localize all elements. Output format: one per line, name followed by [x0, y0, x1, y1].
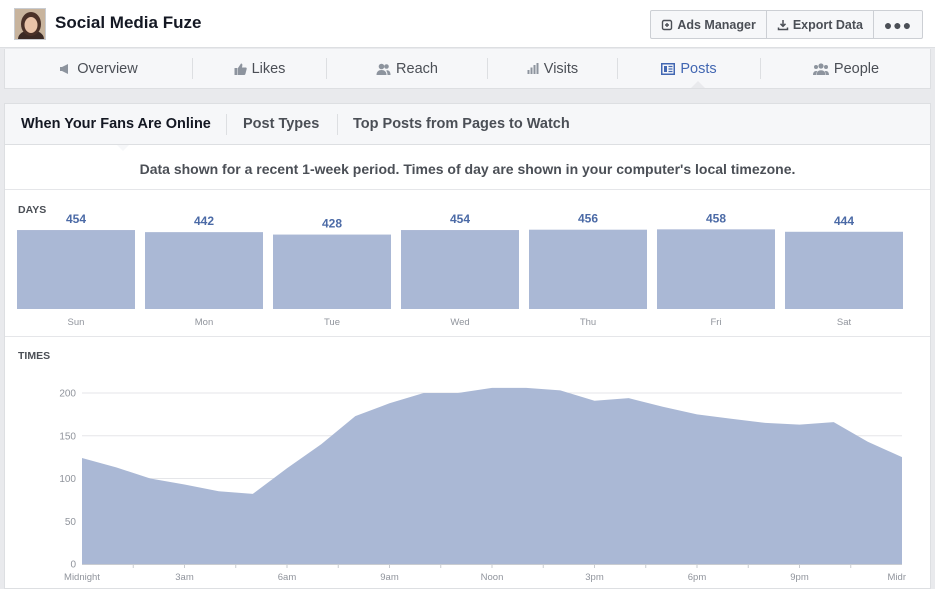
- people-icon: [376, 63, 391, 75]
- tab-visits[interactable]: Visits: [488, 49, 617, 88]
- day-bar-wed: [401, 230, 519, 309]
- day-bar-fri: [657, 229, 775, 309]
- tab-overview[interactable]: Overview: [5, 49, 192, 88]
- ads-manager-label: Ads Manager: [677, 17, 756, 32]
- day-tick-label: Tue: [324, 317, 340, 328]
- divider: [5, 336, 930, 337]
- day-value-label: 454: [66, 214, 86, 226]
- tab-likes[interactable]: Likes: [193, 49, 326, 88]
- x-tick-label: 6pm: [688, 572, 707, 583]
- thumbs-up-icon: [234, 63, 247, 75]
- subtab-caret: [117, 145, 129, 151]
- page-header: Social Media Fuze Ads Manager Export Dat…: [0, 0, 935, 48]
- day-bar-sat: [785, 231, 903, 309]
- y-tick-label: 0: [70, 560, 76, 571]
- day-value-label: 456: [578, 214, 598, 226]
- day-tick-label: Wed: [450, 317, 469, 328]
- day-tick-label: Thu: [580, 317, 596, 328]
- day-bar-thu: [529, 229, 647, 309]
- x-tick-label: 3am: [175, 572, 194, 583]
- day-value-label: 444: [834, 214, 854, 228]
- day-value-label: 454: [450, 214, 470, 226]
- day-value-label: 458: [706, 214, 726, 225]
- posts-icon: [661, 62, 676, 75]
- header-button-group: Ads Manager Export Data ●●●: [650, 10, 923, 39]
- x-tick-label: 9am: [380, 572, 399, 583]
- subtab-post-types[interactable]: Post Types: [243, 116, 319, 132]
- tab-reach[interactable]: Reach: [327, 49, 487, 88]
- x-tick-label: 3pm: [585, 572, 604, 583]
- subtab-divider: [337, 114, 338, 135]
- tab-visits-label: Visits: [543, 60, 579, 77]
- ads-manager-button[interactable]: Ads Manager: [651, 11, 767, 38]
- more-dots-icon: ●●●: [883, 16, 913, 33]
- subtab-divider: [226, 114, 227, 135]
- export-data-button[interactable]: Export Data: [767, 11, 874, 38]
- tab-people-label: People: [833, 60, 880, 77]
- y-tick-label: 150: [59, 431, 76, 442]
- times-area-chart: 0 50 100 150 200 Midnight 3am 6am 9am Noon 3pm 6pm 9…: [59, 387, 906, 583]
- subtab-top-posts[interactable]: Top Posts from Pages to Watch: [353, 116, 570, 132]
- more-options-button[interactable]: ●●●: [874, 11, 922, 38]
- day-tick-label: Mon: [195, 317, 213, 328]
- days-bar-chart: 454 Sun 442 Mon 428 Tue 454 Wed 456 Thu 458 Fri 444 S…: [17, 214, 903, 328]
- day-tick-label: Sat: [837, 317, 852, 328]
- times-title: TIMES: [18, 350, 51, 362]
- group-icon: [812, 62, 829, 75]
- x-tick-label: Midr: [888, 572, 906, 583]
- day-bar-tue: [273, 234, 391, 309]
- x-tick-label: 9pm: [790, 572, 809, 583]
- avatar[interactable]: [14, 8, 46, 40]
- y-tick-label: 200: [59, 389, 76, 400]
- x-tick-label: 6am: [278, 572, 297, 583]
- x-tick-label: Midnight: [64, 572, 100, 583]
- subtab-bar: When Your Fans Are Online Post Types Top…: [5, 104, 930, 145]
- active-tab-caret: [691, 81, 705, 88]
- day-value-label: 442: [194, 214, 214, 228]
- tab-reach-label: Reach: [396, 60, 438, 77]
- day-bar-sun: [17, 230, 135, 309]
- page-title[interactable]: Social Media Fuze: [55, 13, 201, 33]
- tab-overview-label: Overview: [77, 60, 138, 77]
- times-area: [82, 387, 902, 564]
- tab-people[interactable]: People: [761, 49, 931, 88]
- day-bar-mon: [145, 232, 263, 309]
- day-tick-label: Sun: [68, 317, 85, 328]
- day-value-label: 428: [322, 217, 342, 231]
- y-tick-label: 100: [59, 474, 76, 485]
- bar-chart-icon: [527, 63, 539, 74]
- insights-nav: Overview Likes Reach Visits Posts People: [4, 49, 931, 89]
- day-tick-label: Fri: [710, 317, 721, 328]
- megaphone-icon: [59, 63, 72, 75]
- x-tick-label: Noon: [481, 572, 504, 583]
- insights-card: When Your Fans Are Online Post Types Top…: [4, 103, 931, 589]
- export-data-label: Export Data: [792, 17, 863, 32]
- ads-manager-icon: [661, 19, 673, 31]
- tab-posts-label: Posts: [680, 60, 717, 77]
- download-icon: [777, 19, 789, 31]
- y-tick-label: 50: [65, 517, 77, 528]
- tab-likes-label: Likes: [251, 60, 286, 77]
- divider: [5, 189, 930, 190]
- tab-posts[interactable]: Posts: [618, 49, 760, 88]
- subtab-fans-online[interactable]: When Your Fans Are Online: [21, 116, 211, 132]
- timezone-note: Data shown for a recent 1-week period. T…: [139, 161, 796, 177]
